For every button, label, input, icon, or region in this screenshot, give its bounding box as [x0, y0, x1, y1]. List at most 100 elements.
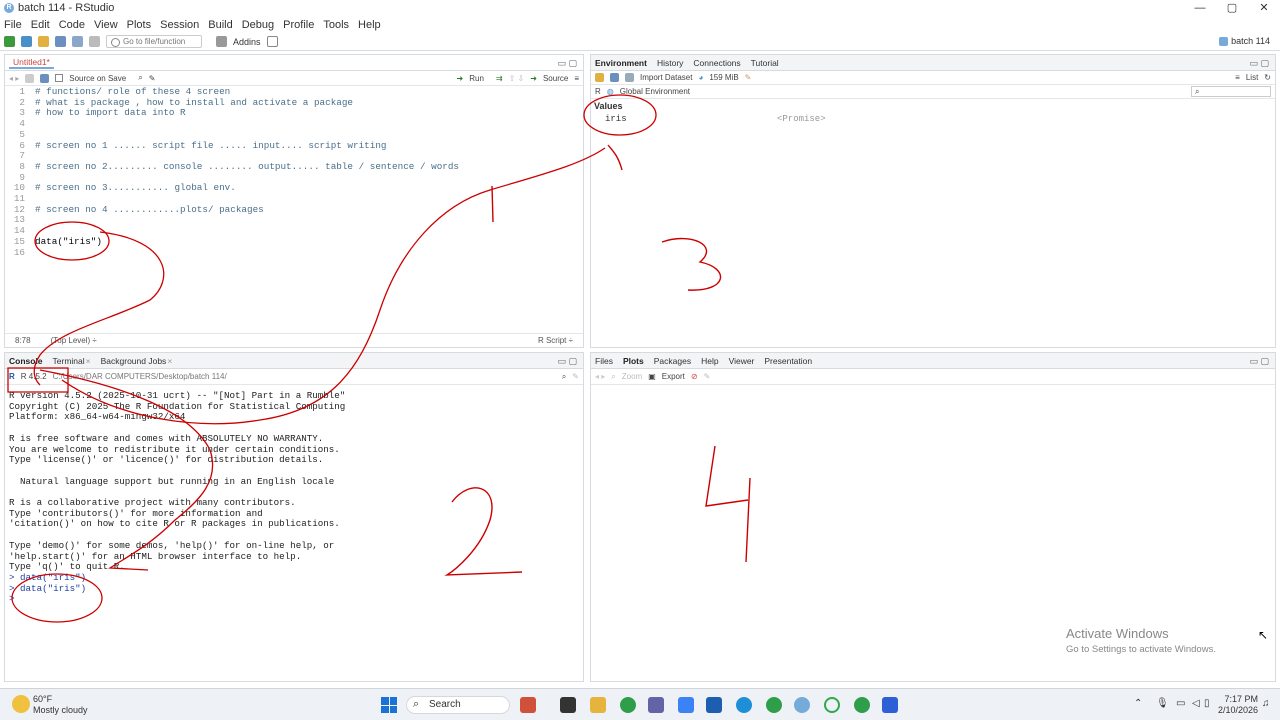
- editor-code[interactable]: 1 # functions/ role of these 4 screen 2 # w…: [5, 86, 475, 259]
- tab-console[interactable]: Console: [9, 356, 43, 366]
- console-prompt[interactable]: >: [9, 593, 15, 605]
- clock-time[interactable]: 7:17 PM: [1208, 694, 1258, 704]
- new-project-icon[interactable]: [21, 36, 32, 47]
- close-button[interactable]: ✕: [1248, 0, 1280, 16]
- close-icon[interactable]: ×: [167, 356, 172, 366]
- minimize-button[interactable]: —: [1184, 0, 1216, 16]
- tab-presentation[interactable]: Presentation: [764, 356, 812, 366]
- back-icon[interactable]: ◂ ▸: [595, 372, 605, 381]
- tab-background-jobs[interactable]: Background Jobs: [101, 356, 167, 366]
- menu-debug[interactable]: Debug: [242, 19, 274, 31]
- file-explorer-icon[interactable]: [590, 697, 606, 713]
- tab-packages[interactable]: Packages: [654, 356, 691, 366]
- back-icon[interactable]: ◂ ▸: [9, 74, 19, 83]
- editor-window-controls[interactable]: ▭ ▢: [557, 58, 577, 69]
- teams-icon[interactable]: [648, 697, 664, 713]
- menu-file[interactable]: File: [4, 19, 22, 31]
- editor-line[interactable]: 6 # screen no 1 ...... script file ..... …: [5, 140, 475, 152]
- chrome-icon[interactable]: [620, 697, 636, 713]
- copilot-icon[interactable]: [678, 697, 694, 713]
- env-window-controls[interactable]: ▭ ▢: [1249, 58, 1269, 69]
- rerun-icon[interactable]: ⇉: [496, 74, 503, 83]
- close-icon[interactable]: ×: [86, 356, 91, 366]
- weather-icon[interactable]: [12, 695, 30, 713]
- menu-tools[interactable]: Tools: [323, 19, 349, 31]
- tab-connections[interactable]: Connections: [693, 58, 740, 68]
- tab-terminal[interactable]: Terminal: [53, 356, 85, 366]
- grid-icon[interactable]: [216, 36, 227, 47]
- editor-line[interactable]: 16: [5, 247, 475, 259]
- clear-console-icon[interactable]: ✎: [572, 372, 579, 381]
- up-icon[interactable]: ⇧ ⇩: [509, 74, 525, 83]
- outline-icon[interactable]: ≡: [574, 74, 579, 83]
- env-section-header[interactable]: Values: [591, 99, 1275, 112]
- tab-viewer[interactable]: Viewer: [729, 356, 755, 366]
- editor-line[interactable]: 4: [5, 118, 475, 130]
- zoom-button[interactable]: Zoom: [622, 372, 642, 381]
- list-mode-menu[interactable]: List: [1246, 73, 1258, 82]
- export-menu[interactable]: Export: [662, 372, 685, 381]
- project-selector[interactable]: batch 114: [1219, 36, 1270, 46]
- scope-indicator[interactable]: (Top Level) ÷: [51, 336, 97, 345]
- menu-view[interactable]: View: [94, 19, 118, 31]
- console-window-controls[interactable]: ▭ ▢: [557, 356, 577, 367]
- open-folder-icon[interactable]: [38, 36, 49, 47]
- tab-history[interactable]: History: [657, 58, 683, 68]
- source-on-save-checkbox[interactable]: [55, 74, 64, 82]
- save-icon[interactable]: [40, 73, 50, 83]
- memory-usage[interactable]: 159 MiB: [709, 73, 738, 82]
- import-dataset-menu[interactable]: Import Dataset: [640, 73, 692, 82]
- file-type[interactable]: R Script ÷: [538, 336, 573, 345]
- language-selector[interactable]: R: [595, 87, 601, 96]
- microphone-icon[interactable]: 🎙: [1156, 698, 1169, 709]
- tab-plots[interactable]: Plots: [623, 356, 644, 366]
- chrome-alt-icon[interactable]: [854, 697, 870, 713]
- refresh-icon[interactable]: ↻: [1264, 73, 1271, 82]
- menu-code[interactable]: Code: [59, 19, 85, 31]
- files-window-controls[interactable]: ▭ ▢: [1249, 356, 1269, 367]
- load-workspace-icon[interactable]: [595, 73, 604, 82]
- editor-line[interactable]: 3 # how to import data into R: [5, 108, 475, 119]
- save-workspace-icon[interactable]: [610, 73, 619, 82]
- save-all-icon[interactable]: [72, 36, 83, 47]
- console-output[interactable]: R version 4.5.2 (2025-10-31 ucrt) -- "[N…: [9, 390, 345, 605]
- env-row[interactable]: iris <Promise>: [591, 112, 1275, 125]
- store-icon[interactable]: [706, 697, 722, 713]
- source-button[interactable]: Source: [543, 74, 568, 83]
- print-icon[interactable]: [89, 36, 100, 47]
- run-button[interactable]: Run: [469, 74, 484, 83]
- goto-file-input[interactable]: Go to file/function: [106, 35, 202, 48]
- addins-menu[interactable]: Addins: [233, 37, 261, 47]
- env-search-input[interactable]: ⌕: [1191, 86, 1271, 97]
- task-view-icon[interactable]: [560, 697, 576, 713]
- chrome-profile-icon[interactable]: [766, 697, 782, 713]
- working-directory[interactable]: C:/Users/DAR COMPUTERS/Desktop/batch 114…: [53, 372, 227, 381]
- weather-temp[interactable]: 60°F: [33, 694, 52, 704]
- windows-start-icon[interactable]: [381, 697, 397, 713]
- editor-line[interactable]: 10 # screen no 3........... global env.: [5, 183, 475, 194]
- clock-date[interactable]: 2/10/2026: [1208, 705, 1258, 715]
- gift-icon[interactable]: [520, 697, 536, 713]
- taskbar-search[interactable]: Search: [406, 696, 510, 714]
- tab-help[interactable]: Help: [701, 356, 718, 366]
- menu-help[interactable]: Help: [358, 19, 381, 31]
- menu-profile[interactable]: Profile: [283, 19, 314, 31]
- zoom-app-icon[interactable]: [882, 697, 898, 713]
- menu-edit[interactable]: Edit: [31, 19, 50, 31]
- edge-icon[interactable]: [736, 697, 752, 713]
- search-icon[interactable]: ⌕: [138, 73, 142, 83]
- save-icon[interactable]: [55, 36, 66, 47]
- menu-session[interactable]: Session: [160, 19, 199, 31]
- tab-tutorial[interactable]: Tutorial: [751, 58, 779, 68]
- search-icon[interactable]: ⌕: [562, 372, 566, 382]
- editor-line[interactable]: 15 data("iris"): [5, 236, 475, 248]
- weather-desc[interactable]: Mostly cloudy: [33, 705, 88, 715]
- tab-environment[interactable]: Environment: [595, 58, 647, 68]
- tab-untitled1[interactable]: Untitled1*: [9, 57, 54, 69]
- rstudio-taskbar-icon[interactable]: [794, 697, 810, 713]
- layout-icon[interactable]: [266, 36, 278, 47]
- broom-icon[interactable]: ✎: [745, 73, 752, 82]
- broom-icon[interactable]: ✎: [704, 372, 711, 381]
- volume-icon[interactable]: ◁: [1192, 698, 1200, 709]
- network-icon[interactable]: ▭: [1176, 698, 1185, 709]
